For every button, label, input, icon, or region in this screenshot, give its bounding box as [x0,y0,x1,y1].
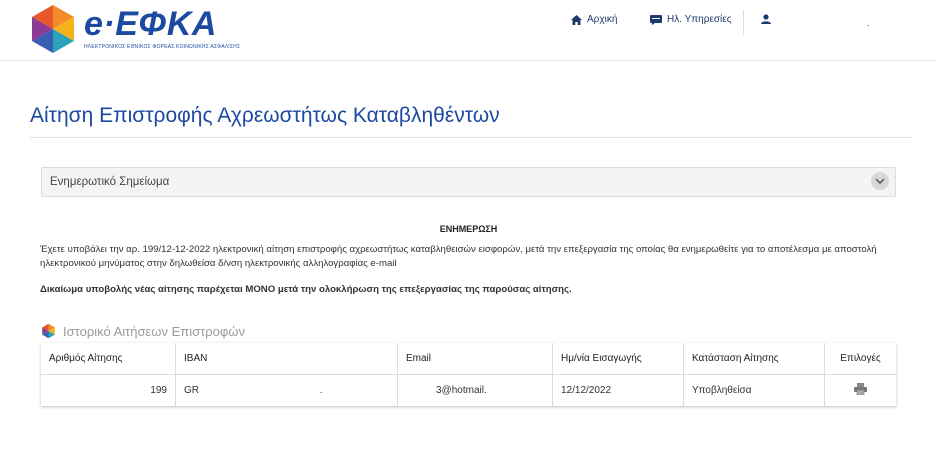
column-header-date[interactable]: Ημ/νία Εισαγωγής [552,343,684,375]
chat-icon [650,14,662,25]
user-icon [761,14,771,24]
column-header-status[interactable]: Κατάσταση Αίτησης [683,343,825,375]
efka-logo-hexagon-icon [32,5,74,53]
info-heading: ΕΝΗΜΕΡΩΣΗ [439,224,498,234]
table-row: 199 GR . 3@hotmail. 12/12/2022 Υποβληθεί… [41,374,897,407]
page-title: Αίτηση Επιστροφής Αχρεωστήτως Καταβληθέν… [30,104,500,127]
nav-eservices-label: Ηλ. Υπηρεσίες [667,14,732,25]
print-icon[interactable] [854,383,867,398]
nav-home-label: Αρχική [587,14,618,25]
info-note-accordion[interactable]: Ενημερωτικό Σημείωμα [41,167,896,197]
accordion-label: Ενημερωτικό Σημείωμα [50,176,170,188]
requests-history-table: Αριθμός Αίτησης IBAN Email Ημ/νία Εισαγω… [41,343,896,406]
efka-logo[interactable]: e·ΕΦΚΑ ΗΛΕΚΤΡΟΝΙΚΟΣ ΕΘΝΙΚΟΣ ΦΟΡΕΑΣ ΚΟΙΝΩ… [28,3,240,55]
home-icon [571,14,582,25]
top-header: e·ΕΦΚΑ ΗΛΕΚΤΡΟΝΙΚΟΣ ΕΘΝΙΚΟΣ ΦΟΡΕΑΣ ΚΟΙΝΩ… [0,0,937,61]
efka-cube-icon [42,323,55,339]
cell-date: 12/12/2022 [552,374,684,406]
cell-email: 3@hotmail. [397,374,553,406]
info-text: Έχετε υποβάλει την αρ. 199/12-12-2022 ηλ… [40,244,877,269]
column-header-actions: Επιλογές [824,343,896,375]
iban-tail: . [319,385,323,396]
cell-iban: GR . [175,374,398,406]
iban-prefix: GR [184,385,199,396]
user-menu[interactable] [761,14,771,24]
history-section-title: Ιστορικό Αιτήσεων Επιστροφών [41,323,245,339]
logo-subtitle: ΗΛΕΚΤΡΟΝΙΚΟΣ ΕΘΝΙΚΟΣ ΦΟΡΕΑΣ ΚΟΙΝΩΝΙΚΗΣ Α… [84,44,241,50]
chevron-down-icon[interactable] [871,172,889,190]
logo-wordmark: e·ΕΦΚΑ [84,5,217,43]
user-name: . [867,18,870,28]
column-header-number[interactable]: Αριθμός Αίτησης [41,343,176,375]
title-divider [30,137,913,138]
nav-divider [743,10,744,35]
cell-status: Υποβληθείσα [683,374,825,406]
column-header-iban[interactable]: IBAN [175,343,398,375]
info-bold-text: Δικαίωμα υποβολής νέας αίτησης παρέχεται… [40,284,572,295]
history-title-label: Ιστορικό Αιτήσεων Επιστροφών [63,323,245,339]
cell-number: 199 [41,374,176,406]
table-header-row: Αριθμός Αίτησης IBAN Email Ημ/νία Εισαγω… [41,343,896,375]
nav-home-link[interactable]: Αρχική [571,14,617,25]
column-header-email[interactable]: Email [397,343,553,375]
nav-eservices-link[interactable]: Ηλ. Υπηρεσίες [650,14,732,25]
cell-actions [825,375,897,407]
